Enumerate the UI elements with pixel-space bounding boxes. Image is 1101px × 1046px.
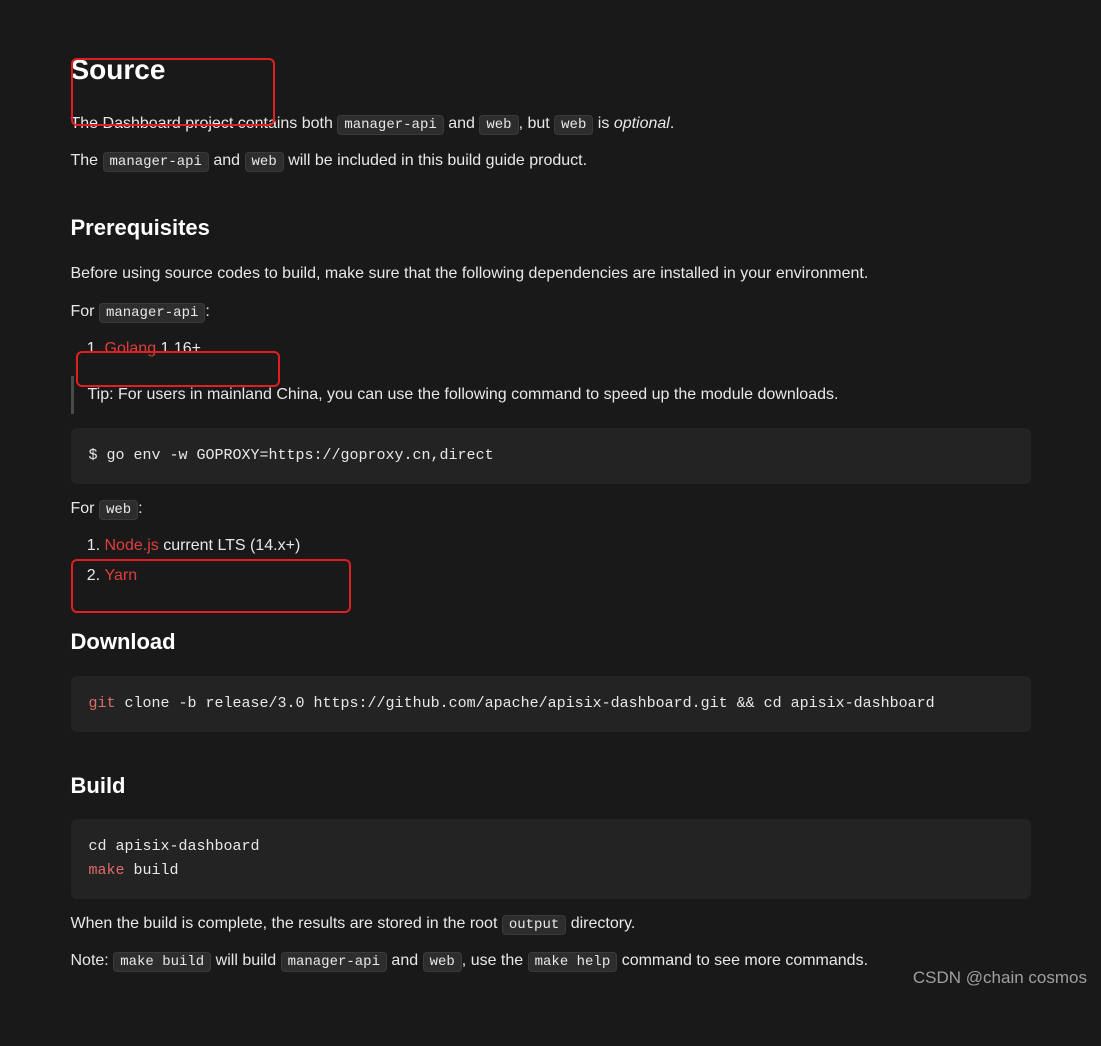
text: When the build is complete, the results … <box>71 915 502 932</box>
code-inline: manager-api <box>99 303 205 323</box>
code-inline: web <box>479 115 518 135</box>
code-keyword: git <box>89 695 116 712</box>
text: current LTS (14.x+) <box>159 537 301 554</box>
emphasis: optional <box>614 115 670 132</box>
code-inline: web <box>554 115 593 135</box>
tip-block: Tip: For users in mainland China, you ca… <box>71 376 1031 414</box>
list-item: Node.js current LTS (14.x+) <box>105 533 1031 559</box>
text: For <box>71 500 99 517</box>
heading-build: Build <box>71 768 1031 803</box>
text: command to see more commands. <box>617 952 868 969</box>
code-inline: manager-api <box>281 952 387 972</box>
text: is <box>593 115 613 132</box>
code-text: cd apisix-dashboard <box>89 838 260 855</box>
code-inline: manager-api <box>337 115 443 135</box>
paragraph: For manager-api: <box>71 299 1031 325</box>
code-inline: web <box>99 500 138 520</box>
list-item: Golang 1.16+ <box>105 336 1031 362</box>
ordered-list: Node.js current LTS (14.x+) Yarn <box>71 533 1031 588</box>
article-body: Source The Dashboard project contains bo… <box>71 48 1031 974</box>
code-text: clone -b release/3.0 https://github.com/… <box>116 695 935 712</box>
text: will be included in this build guide pro… <box>284 152 587 169</box>
text: The <box>71 152 103 169</box>
heading-prerequisites: Prerequisites <box>71 210 1031 245</box>
heading-download: Download <box>71 624 1031 659</box>
code-inline: make build <box>113 952 211 972</box>
heading-source: Source <box>71 48 1031 93</box>
paragraph: Note: make build will build manager-api … <box>71 948 1031 974</box>
code-inline: web <box>245 152 284 172</box>
code-keyword: make <box>89 862 125 879</box>
text: , but <box>519 115 555 132</box>
link-nodejs[interactable]: Node.js <box>105 537 159 554</box>
text: and <box>444 115 480 132</box>
text: 1.16+ <box>156 340 201 357</box>
paragraph: The Dashboard project contains both mana… <box>71 111 1031 137</box>
code-inline: make help <box>528 952 618 972</box>
text: The Dashboard project contains both <box>71 115 338 132</box>
link-yarn[interactable]: Yarn <box>105 567 138 584</box>
paragraph: Before using source codes to build, make… <box>71 261 1031 287</box>
paragraph: When the build is complete, the results … <box>71 911 1031 937</box>
code-text: $ go env -w GOPROXY=https://goproxy.cn,d… <box>89 447 494 464</box>
text: and <box>209 152 245 169</box>
watermark: CSDN @chain cosmos <box>913 964 1087 991</box>
code-text: build <box>125 862 179 879</box>
text: and <box>387 952 423 969</box>
code-block[interactable]: $ go env -w GOPROXY=https://goproxy.cn,d… <box>71 428 1031 484</box>
text: : <box>138 500 142 517</box>
code-block[interactable]: git clone -b release/3.0 https://github.… <box>71 676 1031 732</box>
code-block[interactable]: cd apisix-dashboard make build <box>71 819 1031 899</box>
text: . <box>670 115 674 132</box>
text: , use the <box>462 952 528 969</box>
link-golang[interactable]: Golang <box>105 340 157 357</box>
code-inline: web <box>423 952 462 972</box>
text: Note: <box>71 952 114 969</box>
code-inline: output <box>502 915 566 935</box>
paragraph: The manager-api and web will be included… <box>71 148 1031 174</box>
text: will build <box>211 952 280 969</box>
paragraph: For web: <box>71 496 1031 522</box>
text: For <box>71 303 99 320</box>
text: directory. <box>566 915 635 932</box>
text: : <box>205 303 209 320</box>
ordered-list: Golang 1.16+ <box>71 336 1031 362</box>
code-inline: manager-api <box>103 152 209 172</box>
tip-text: Tip: For users in mainland China, you ca… <box>88 386 839 403</box>
list-item: Yarn <box>105 563 1031 589</box>
